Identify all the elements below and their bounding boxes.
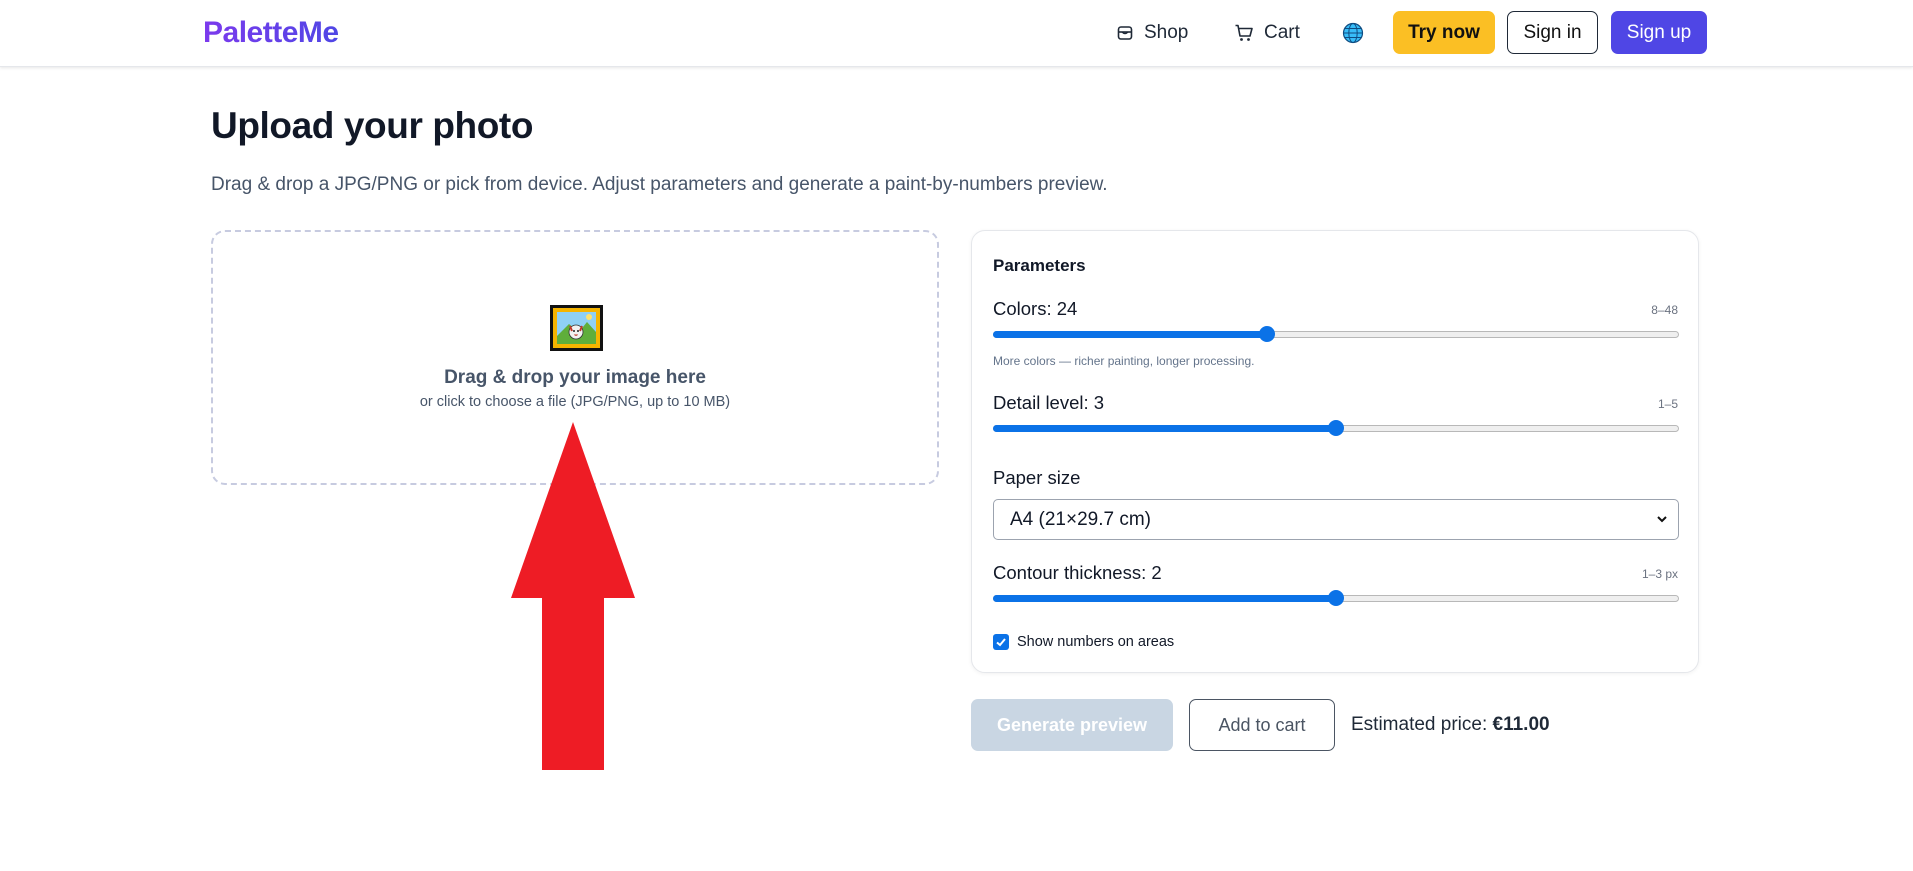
add-to-cart-button[interactable]: Add to cart [1189, 699, 1335, 751]
show-numbers-row[interactable]: Show numbers on areas [993, 634, 1174, 650]
top-navbar: PaletteMe Shop Cart Try now Sign in Sign… [0, 0, 1913, 67]
contour-thickness-range: 1–3 px [1641, 567, 1678, 581]
detail-level-range: 1–5 [1657, 397, 1678, 411]
slider-thumb[interactable] [1259, 326, 1276, 342]
checkmark-icon [996, 638, 1006, 647]
nav-cart-link[interactable]: Cart [1234, 20, 1300, 46]
cart-icon [1235, 24, 1253, 41]
detail-level-label: Detail level: 3 [993, 392, 1105, 413]
nav-shop-link[interactable]: Shop [1116, 20, 1188, 46]
red-up-arrow [511, 422, 635, 770]
paper-size-select[interactable]: A4 (21×29.7 cm) [993, 499, 1679, 540]
price-label: Estimated price: [1351, 714, 1488, 735]
price-value: €11.00 [1492, 714, 1550, 735]
try-now-button[interactable]: Try now [1393, 11, 1495, 54]
brand-logo[interactable]: PaletteMe [203, 16, 339, 50]
store-icon [1117, 26, 1133, 40]
slider-fill [993, 595, 1336, 602]
nav-cart-label: Cart [1264, 22, 1300, 43]
sign-in-button[interactable]: Sign in [1507, 11, 1598, 54]
colors-hint: More colors — richer painting, longer pr… [993, 354, 1255, 368]
slider-fill [993, 331, 1268, 338]
colors-range: 8–48 [1651, 303, 1678, 317]
framed-picture-icon [550, 305, 603, 351]
detail-level-slider[interactable] [993, 420, 1679, 436]
show-numbers-checkbox[interactable] [993, 634, 1009, 650]
contour-thickness-label: Contour thickness: 2 [993, 562, 1162, 583]
estimated-price: Estimated price: €11.00 [1351, 714, 1550, 736]
parameters-title: Parameters [993, 256, 1086, 275]
parameters-panel: Parameters Colors: 24 8–48 More colors —… [971, 230, 1699, 673]
globe-icon[interactable] [1342, 22, 1364, 44]
paper-size-label: Paper size [993, 467, 1081, 488]
slider-fill [993, 425, 1336, 432]
slider-thumb[interactable] [1328, 590, 1344, 606]
nav-shop-label: Shop [1144, 22, 1189, 43]
sign-up-button[interactable]: Sign up [1611, 11, 1707, 54]
colors-slider[interactable] [993, 326, 1679, 342]
dropzone-subtitle: or click to choose a file (JPG/PNG, up t… [419, 394, 731, 410]
show-numbers-label: Show numbers on areas [1017, 634, 1175, 650]
chevron-down-icon [1657, 516, 1667, 523]
dropzone-title: Drag & drop your image here [444, 367, 706, 388]
page-subtitle: Drag & drop a JPG/PNG or pick from devic… [211, 174, 1108, 195]
colors-label: Colors: 24 [993, 298, 1078, 319]
page-title: Upload your photo [211, 105, 534, 146]
slider-thumb[interactable] [1328, 420, 1344, 436]
contour-thickness-slider[interactable] [993, 590, 1679, 606]
generate-preview-button[interactable]: Generate preview [971, 699, 1173, 751]
paper-size-value: A4 (21×29.7 cm) [1010, 508, 1151, 530]
